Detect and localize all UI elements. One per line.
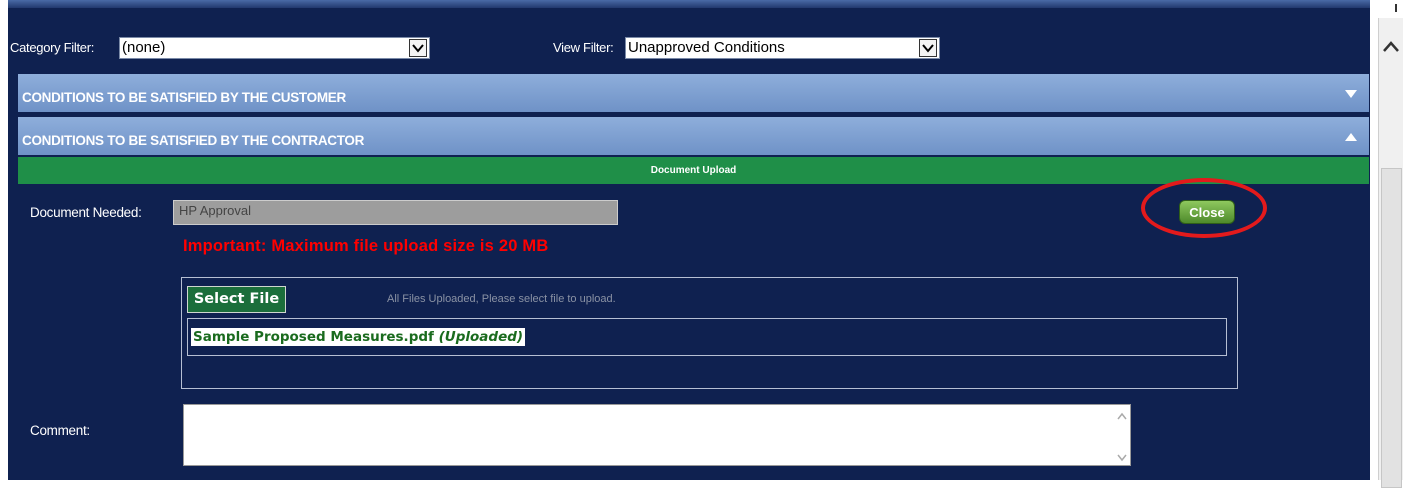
page-scrollbar[interactable] (1378, 18, 1403, 488)
view-filter-value: Unapproved Conditions (628, 39, 785, 56)
category-filter-label: Category Filter: (10, 40, 95, 55)
select-file-button[interactable]: Select File (187, 286, 286, 313)
comment-textarea[interactable] (183, 404, 1131, 466)
corner-tick (1395, 4, 1397, 12)
close-button[interactable]: Close (1179, 200, 1235, 224)
scrollbar-thumb[interactable] (1381, 168, 1402, 488)
view-filter-label: View Filter: (553, 40, 614, 55)
uploaded-file-list: Sample Proposed Measures.pdf (Uploaded) (187, 318, 1227, 356)
chevron-down-icon[interactable] (919, 39, 937, 57)
filter-bar: Category Filter: (none) View Filter: Una… (8, 34, 1370, 62)
document-needed-field: HP Approval (173, 200, 618, 225)
document-upload-header: Document Upload (18, 157, 1369, 184)
triangle-up-icon (1345, 133, 1357, 141)
triangle-down-icon (1345, 90, 1357, 98)
file-name: Sample Proposed Measures.pdf (193, 329, 434, 345)
comment-label: Comment: (30, 423, 90, 438)
textarea-scrollbar[interactable] (1116, 411, 1128, 463)
chevron-down-icon[interactable] (409, 39, 427, 57)
category-filter-select[interactable]: (none) (119, 37, 430, 59)
document-needed-label: Document Needed: (30, 205, 142, 220)
upload-box: Select File All Files Uploaded, Please s… (181, 277, 1238, 389)
category-filter-value: (none) (122, 39, 166, 56)
top-strip (8, 0, 1370, 8)
upload-hint: All Files Uploaded, Please select file t… (387, 293, 616, 305)
chevron-up-icon[interactable] (1382, 40, 1400, 54)
uploaded-file-item[interactable]: Sample Proposed Measures.pdf (Uploaded) (191, 328, 526, 346)
view-filter-select[interactable]: Unapproved Conditions (625, 37, 940, 59)
panel-customer-conditions[interactable]: CONDITIONS TO BE SATISFIED BY THE CUSTOM… (18, 74, 1369, 112)
file-status: (Uploaded) (438, 329, 524, 345)
panel-contractor-conditions[interactable]: CONDITIONS TO BE SATISFIED BY THE CONTRA… (18, 117, 1369, 155)
upload-size-warning: Important: Maximum file upload size is 2… (183, 237, 549, 255)
main-frame: Category Filter: (none) View Filter: Una… (8, 0, 1370, 480)
panel-title: CONDITIONS TO BE SATISFIED BY THE CONTRA… (22, 133, 365, 148)
panel-title: CONDITIONS TO BE SATISFIED BY THE CUSTOM… (22, 90, 346, 105)
